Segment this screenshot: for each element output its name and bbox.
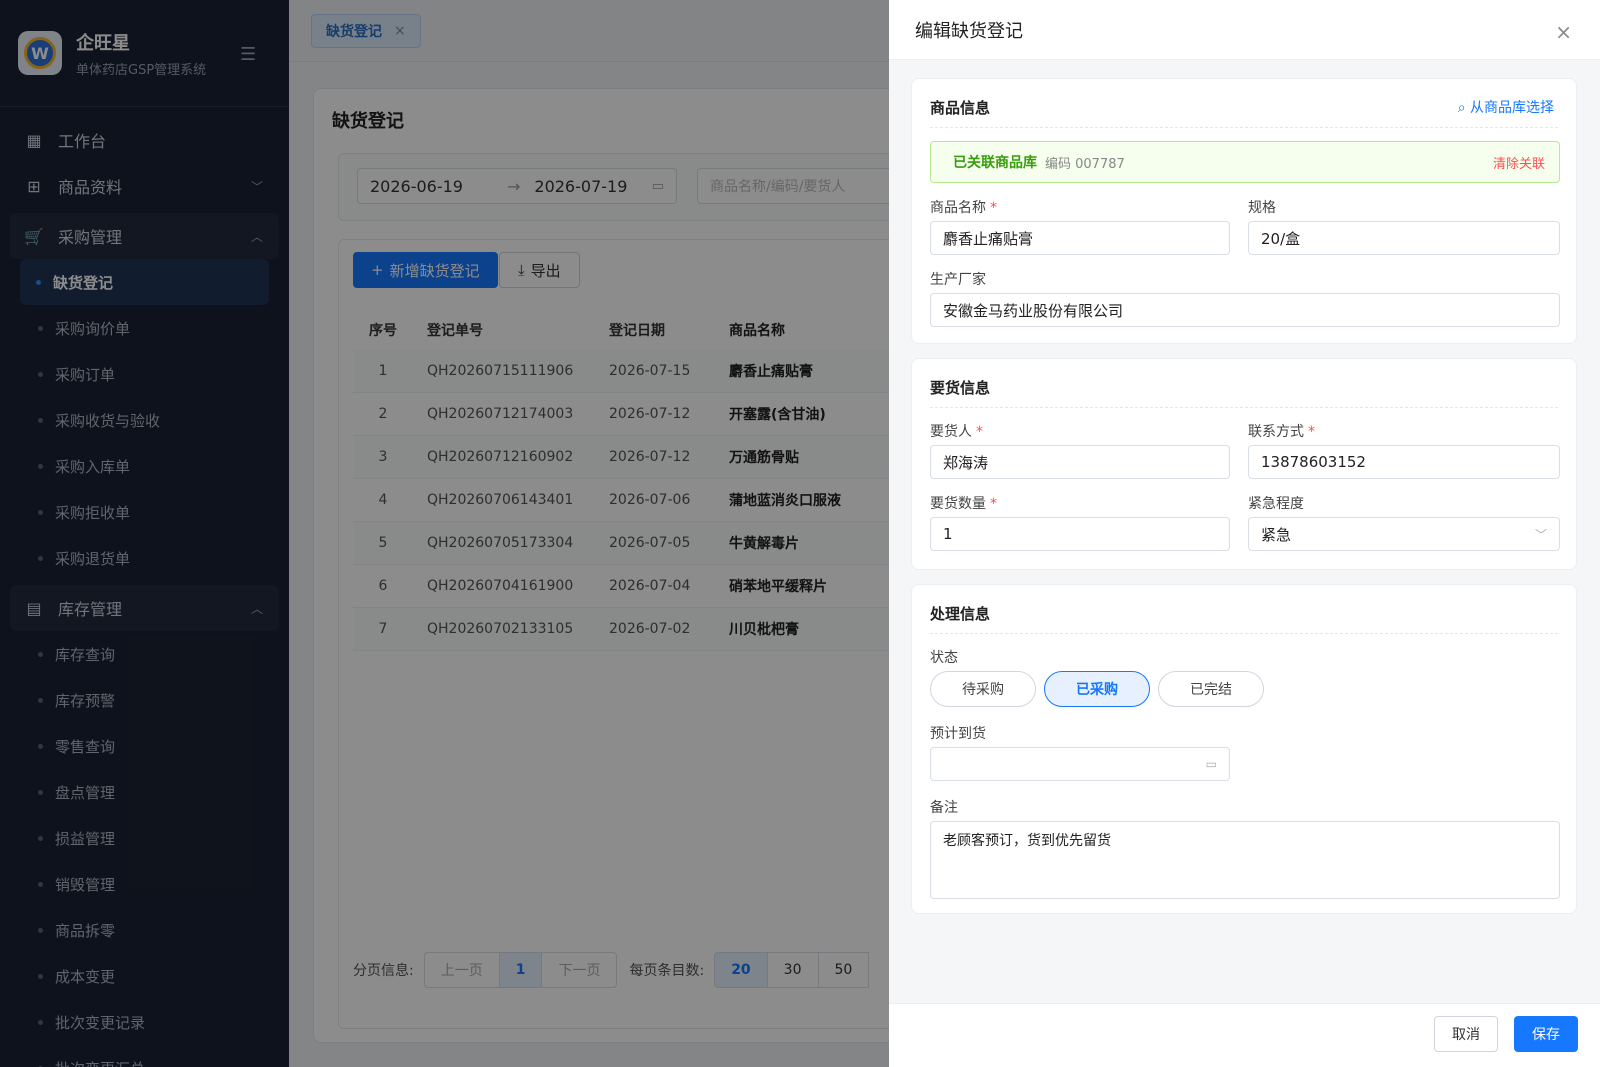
chevron-down-icon: ﹀	[1534, 527, 1547, 542]
drawer-footer: 取消 保存	[889, 1003, 1600, 1067]
field-label: 规格	[1248, 200, 1276, 216]
manufacturer-field[interactable]: 安徽金马药业股份有限公司	[930, 293, 1560, 327]
note-textarea[interactable]: 老顾客预订，货到优先留货	[930, 821, 1560, 899]
status-option-completed[interactable]: 已完结	[1158, 671, 1264, 707]
product-section: 商品信息 ⌕ 从商品库选择 已关联商品库 编码 007787 清除关联 商品名称…	[911, 78, 1577, 344]
request-section: 要货信息 要货人 * 郑海涛 联系方式 * 13878603152 要货数量 * 1 …	[911, 358, 1577, 570]
urgency-select[interactable]: 紧急 ﹀	[1248, 517, 1560, 551]
required-mark: *	[1308, 424, 1315, 440]
divider	[930, 127, 1558, 128]
section-title: 处理信息	[930, 605, 991, 623]
status-option-purchased[interactable]: 已采购	[1044, 671, 1150, 707]
cancel-button[interactable]: 取消	[1434, 1016, 1498, 1052]
select-value: 紧急	[1261, 525, 1292, 544]
field-label: 商品名称 *	[930, 197, 997, 217]
required-mark: *	[976, 424, 983, 440]
edit-drawer: 编辑缺货登记 × 商品信息 ⌕ 从商品库选择 已关联商品库 编码 007787 …	[889, 0, 1600, 1067]
linked-code: 编码 007787	[1045, 156, 1125, 172]
label-text: 要货数量	[930, 496, 986, 512]
label-text: 商品名称	[930, 200, 986, 216]
link-label: 从商品库选择	[1470, 100, 1554, 116]
label-text: 联系方式	[1248, 424, 1304, 440]
process-section: 处理信息 状态 待采购 已采购 已完结 预计到货 ▭ 备注 老顾客预订，货到优先…	[911, 584, 1577, 914]
product-name-field[interactable]: 麝香止痛贴膏	[930, 221, 1230, 255]
save-button[interactable]: 保存	[1514, 1016, 1578, 1052]
field-label: 紧急程度	[1248, 496, 1304, 512]
clear-link-button[interactable]: 清除关联	[1493, 153, 1545, 172]
section-title: 要货信息	[930, 379, 991, 397]
field-label: 联系方式 *	[1248, 421, 1315, 441]
linked-status: 已关联商品库	[953, 155, 1037, 171]
requester-field[interactable]: 郑海涛	[930, 445, 1230, 479]
required-mark: *	[990, 200, 997, 216]
drawer-title: 编辑缺货登记	[889, 0, 1600, 60]
quantity-field[interactable]: 1	[930, 517, 1230, 551]
search-icon: ⌕	[1457, 100, 1466, 116]
divider	[930, 633, 1558, 634]
field-label: 要货数量 *	[930, 493, 997, 513]
close-icon[interactable]: ×	[1555, 20, 1572, 44]
field-label: 状态	[930, 650, 958, 666]
calendar-icon: ▭	[1205, 757, 1217, 771]
required-mark: *	[990, 496, 997, 512]
field-label: 要货人 *	[930, 421, 983, 441]
field-label: 预计到货	[930, 726, 986, 742]
status-option-pending[interactable]: 待采购	[930, 671, 1036, 707]
section-title: 商品信息	[930, 99, 991, 117]
divider	[930, 407, 1558, 408]
spec-field[interactable]: 20/盒	[1248, 221, 1560, 255]
linked-product-banner: 已关联商品库 编码 007787 清除关联	[930, 141, 1560, 183]
field-label: 生产厂家	[930, 272, 986, 288]
pick-from-library-link[interactable]: ⌕ 从商品库选择	[1458, 97, 1554, 117]
label-text: 要货人	[930, 424, 972, 440]
contact-field[interactable]: 13878603152	[1248, 445, 1560, 479]
field-label: 备注	[930, 800, 958, 816]
eta-date-field[interactable]: ▭	[930, 747, 1230, 781]
